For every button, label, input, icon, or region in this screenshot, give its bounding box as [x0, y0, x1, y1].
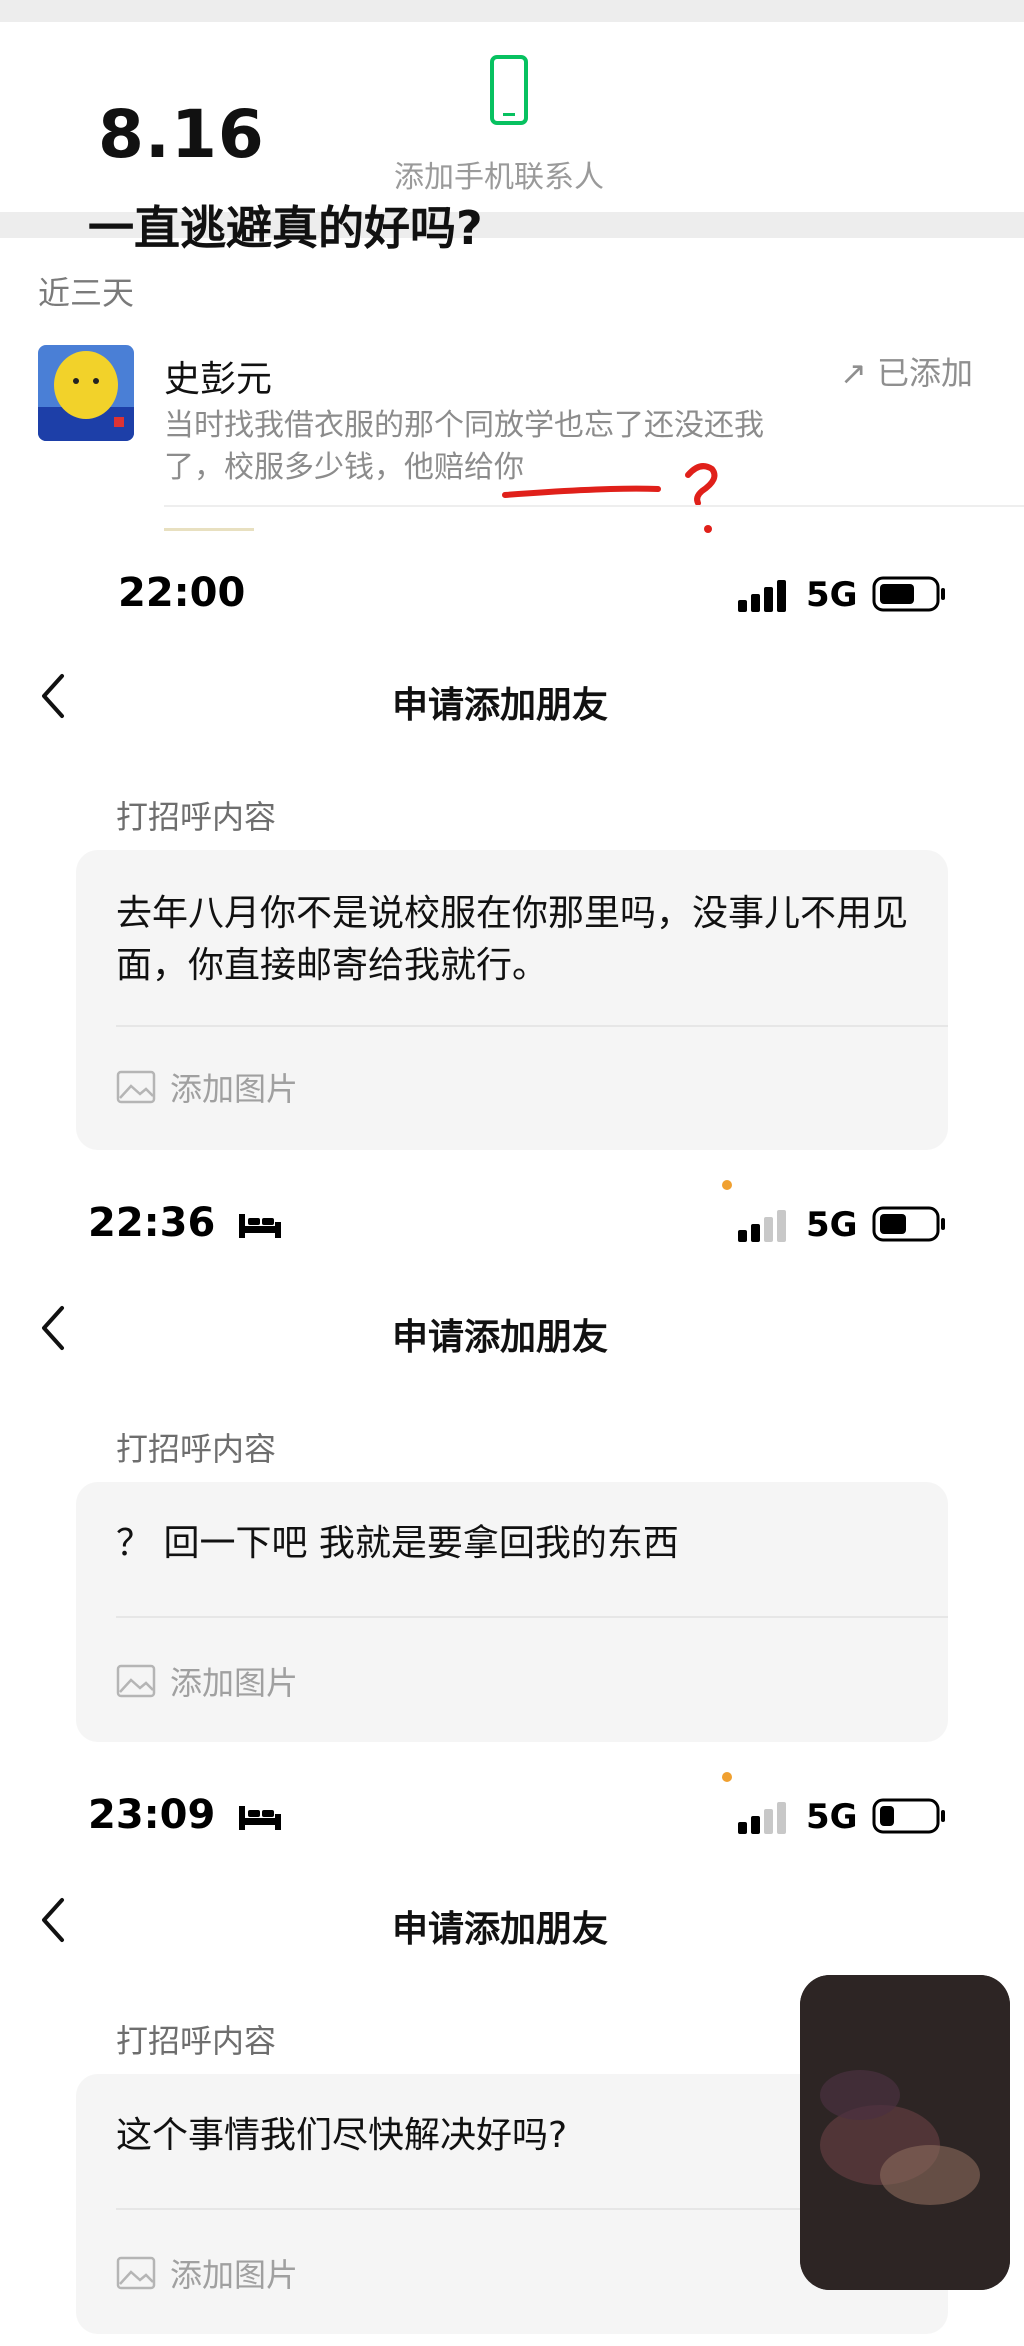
- network-label: 5G: [806, 575, 858, 615]
- overlay-date: 8.16: [98, 96, 265, 173]
- greeting-card[interactable]: ？ 回一下吧 我就是要拿回我的东西 添加图片: [76, 1482, 948, 1742]
- greeting-label: 打招呼内容: [116, 1430, 277, 1468]
- add-phone-contact-label[interactable]: 添加手机联系人: [394, 152, 604, 196]
- phone-icon[interactable]: [490, 55, 528, 125]
- list-divider: [164, 505, 1024, 507]
- avatar[interactable]: [38, 345, 134, 441]
- greeting-text[interactable]: 这个事情我们尽快解决好吗?: [116, 2110, 916, 2162]
- bed-icon: [239, 1806, 282, 1830]
- greeting-text[interactable]: 去年八月你不是说校服在你那里吗，没事儿不用见面，你直接邮寄给我就行。: [116, 888, 916, 992]
- status-time: 22:36: [88, 1200, 216, 1246]
- indicator-dot: [722, 1772, 732, 1782]
- bed-icon: [239, 1214, 282, 1238]
- image-icon: [116, 2256, 156, 2290]
- battery-icon: [872, 1798, 945, 1834]
- overlay-headline: 一直逃避真的好吗?: [88, 201, 483, 255]
- battery-icon: [872, 576, 945, 612]
- signal-icon: [738, 1802, 786, 1834]
- recent-days-label: 近三天: [38, 274, 135, 312]
- red-underline-annotation: [502, 463, 718, 533]
- signal-icon: [738, 580, 786, 612]
- card-divider: [116, 1025, 948, 1027]
- greeting-label: 打招呼内容: [116, 798, 277, 836]
- add-image-label: 添加图片: [170, 2256, 299, 2294]
- network-label: 5G: [806, 1797, 858, 1837]
- status-time: 23:09: [88, 1792, 216, 1838]
- add-image-label: 添加图片: [170, 1070, 299, 1108]
- greeting-card[interactable]: 去年八月你不是说校服在你那里吗，没事儿不用见面，你直接邮寄给我就行。 添加图片: [76, 850, 948, 1150]
- image-icon: [116, 1664, 156, 1698]
- top-strip: [0, 0, 1024, 22]
- page-title: 申请添加朋友: [392, 685, 609, 726]
- page-title: 申请添加朋友: [392, 1909, 609, 1950]
- greeting-text[interactable]: ？ 回一下吧 我就是要拿回我的东西: [116, 1518, 916, 1570]
- image-icon: [116, 1070, 156, 1104]
- status-time-row: 23:09: [88, 1792, 283, 1838]
- chevron-left-icon[interactable]: [38, 672, 68, 720]
- chevron-left-icon[interactable]: [38, 1304, 68, 1352]
- next-item-peek: [164, 528, 254, 531]
- add-image-button[interactable]: 添加图片: [116, 1658, 298, 1704]
- chevron-left-icon[interactable]: [38, 1896, 68, 1944]
- status-time-row: 22:36: [88, 1200, 283, 1246]
- status-time: 22:00: [118, 570, 246, 616]
- redaction-overlay: [800, 1975, 1010, 2290]
- signal-icon: [738, 1210, 786, 1242]
- add-image-button[interactable]: 添加图片: [116, 1064, 298, 1110]
- network-label: 5G: [806, 1205, 858, 1245]
- page-title: 申请添加朋友: [392, 1317, 609, 1358]
- greeting-label: 打招呼内容: [116, 2022, 277, 2060]
- add-image-button[interactable]: 添加图片: [116, 2250, 298, 2296]
- add-image-label: 添加图片: [170, 1664, 299, 1702]
- battery-icon: [872, 1206, 945, 1242]
- added-status: ↗ 已添加: [840, 354, 973, 392]
- indicator-dot: [722, 1180, 732, 1190]
- friend-name[interactable]: 史彭元: [164, 350, 272, 402]
- card-divider: [116, 1616, 948, 1618]
